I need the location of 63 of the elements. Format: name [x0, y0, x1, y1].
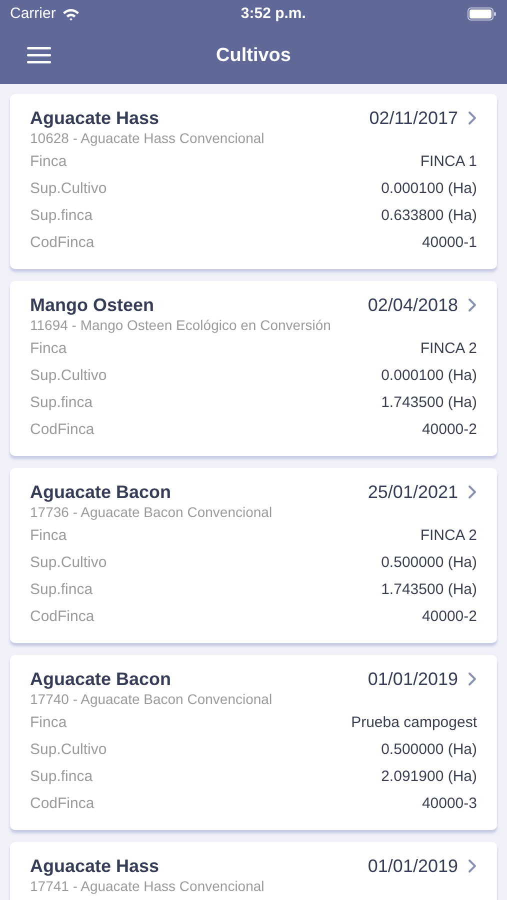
field-label: Sup.Cultivo — [30, 740, 107, 760]
field-value: 0.500000 (Ha) — [381, 553, 477, 574]
crop-date: 01/01/2019 — [368, 855, 458, 878]
field-label: CodFinca — [30, 420, 94, 440]
crop-date: 02/04/2018 — [368, 294, 458, 317]
crop-card[interactable]: Aguacate Bacon 25/01/2021 17736 - Aguacate Bacon Convencional Finca FINCA 2 Sup.Cultivo 0.500000 (Ha) Sup.finca 1.743500 (Ha) CodFinca 40000-2 — [10, 468, 497, 643]
field-label: Sup.finca — [30, 393, 93, 414]
field-label: Sup.Cultivo — [30, 366, 107, 386]
field-label: CodFinca — [30, 607, 94, 628]
status-time: 3:52 p.m. — [240, 4, 306, 24]
wifi-icon — [62, 8, 80, 20]
crop-name: Aguacate Hass — [30, 107, 160, 130]
crop-subtitle: 17740 - Aguacate Bacon Convencional — [30, 691, 274, 708]
field-value: 1.743500 (Ha) — [381, 580, 477, 600]
menu-icon — [27, 46, 51, 64]
crop-date: 25/01/2021 — [368, 481, 458, 504]
crop-subtitle: 10628 - Aguacate Hass Convencional — [30, 130, 266, 147]
crop-subtitle: 17736 - Aguacate Bacon Convencional — [30, 504, 274, 521]
crop-card[interactable]: Mango Osteen 02/04/2018 11694 - Mango Osteen Ecológico en Conversión Finca FINCA 2 Sup.Cultivo 0.000100 (Ha) Sup.finca 1.743500 (Ha) CodFinca 40000-2 — [10, 281, 497, 456]
chevron-right-icon — [468, 298, 477, 312]
field-label: Sup.Cultivo — [30, 553, 107, 574]
field-value: 2.091900 (Ha) — [381, 767, 477, 788]
field-value: 0.633800 (Ha) — [381, 206, 477, 226]
field-label: Finca — [30, 152, 67, 172]
field-value: 0.000100 (Ha) — [381, 366, 477, 386]
field-label: Finca — [30, 713, 67, 734]
chevron-right-icon — [468, 111, 477, 125]
field-label: CodFinca — [30, 794, 94, 814]
crop-card[interactable]: Aguacate Hass 02/11/2017 10628 - Aguacate Hass Convencional Finca FINCA 1 Sup.Cultivo 0.000100 (Ha) Sup.finca 0.633800 (Ha) CodFinca 40000-1 — [10, 94, 497, 269]
crop-subtitle: 17741 - Aguacate Hass Convencional — [30, 878, 266, 895]
chevron-right-icon — [468, 485, 477, 499]
crop-name: Mango Osteen — [30, 294, 154, 317]
chevron-right-icon — [468, 672, 477, 686]
field-label: Finca — [30, 339, 67, 360]
field-label: Finca — [30, 526, 67, 546]
crop-date: 02/11/2017 — [369, 107, 458, 130]
screen-title: Cultivos — [216, 44, 291, 68]
field-label: Sup.finca — [30, 206, 93, 226]
crop-name: Aguacate Hass — [30, 855, 160, 878]
field-label: Sup.Cultivo — [30, 179, 107, 200]
field-value: 40000-2 — [422, 607, 477, 628]
field-value: FINCA 2 — [420, 526, 477, 546]
field-label: Sup.finca — [30, 580, 93, 600]
crop-date: 01/01/2019 — [368, 668, 458, 691]
field-value: 0.500000 (Ha) — [381, 740, 477, 760]
field-value: 1.743500 (Ha) — [381, 393, 477, 414]
field-label: Sup.finca — [30, 767, 93, 788]
crop-card[interactable]: Aguacate Bacon 01/01/2019 17740 - Aguacate Bacon Convencional Finca Prueba campogest Sup.Cultivo 0.500000 (Ha) Sup.finca 2.091900 (Ha) CodFinca 40000-3 — [10, 655, 497, 830]
battery-icon — [467, 7, 497, 21]
field-value: FINCA 1 — [420, 152, 477, 172]
field-value: FINCA 2 — [420, 339, 477, 360]
field-value: 40000-1 — [422, 233, 477, 254]
field-label: CodFinca — [30, 233, 94, 254]
crop-subtitle: 11694 - Mango Osteen Ecológico en Conversión — [30, 317, 332, 334]
chevron-right-icon — [468, 859, 477, 873]
crop-name: Aguacate Bacon — [30, 668, 172, 691]
carrier-label: Carrier — [10, 4, 56, 24]
field-value: 40000-2 — [422, 420, 477, 440]
field-value: 40000-3 — [422, 794, 477, 814]
crop-name: Aguacate Bacon — [30, 481, 172, 504]
crop-card[interactable]: Aguacate Hass 01/01/2019 17741 - Aguacate Hass Convencional — [10, 842, 497, 900]
field-value: 0.000100 (Ha) — [381, 179, 477, 200]
field-value: Prueba campogest — [351, 713, 477, 734]
